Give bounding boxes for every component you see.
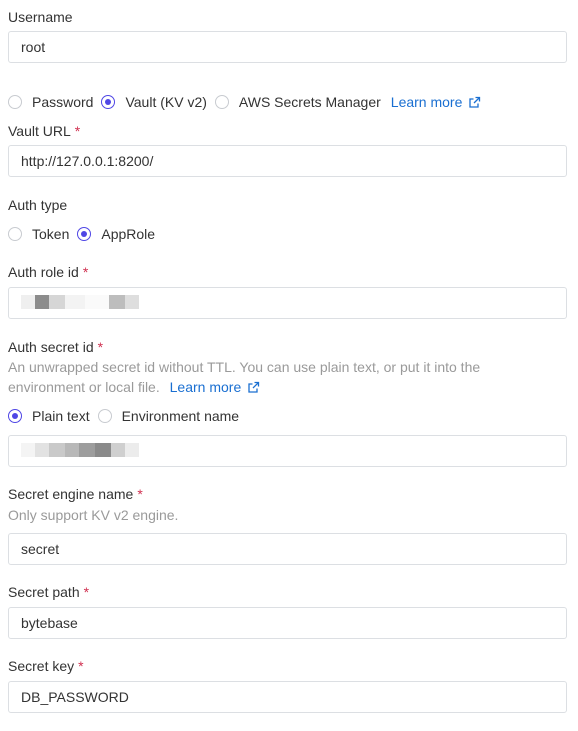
external-link-icon xyxy=(248,381,260,393)
redacted-block xyxy=(21,443,35,457)
radio-environment-name-dot[interactable] xyxy=(97,409,112,423)
auth-secret-id-label: Auth secret id * xyxy=(8,339,104,355)
radio-password[interactable]: Password xyxy=(8,94,93,110)
external-link-icon xyxy=(469,96,481,108)
redacted-block xyxy=(21,295,35,309)
redacted-block xyxy=(125,295,139,309)
redacted-block xyxy=(65,295,85,309)
secret-path-input[interactable]: bytebase xyxy=(8,607,567,639)
radio-approle[interactable]: AppRole xyxy=(77,226,155,242)
username-input[interactable]: root xyxy=(8,31,567,63)
radio-token-label: Token xyxy=(32,226,70,242)
username-value: root xyxy=(21,39,46,55)
secret-key-input[interactable]: DB_PASSWORD xyxy=(8,681,567,713)
secret-engine-name-value: secret xyxy=(21,541,60,557)
radio-token[interactable]: Token xyxy=(8,226,69,242)
secret-learn-more-link[interactable]: Learn more xyxy=(170,377,261,397)
redacted-block xyxy=(35,443,49,457)
radio-vault-dot[interactable] xyxy=(101,95,116,109)
auth-role-id-input[interactable] xyxy=(8,287,567,319)
vault-url-label: Vault URL * xyxy=(8,123,81,139)
redacted-block xyxy=(35,295,49,309)
radio-approle-label: AppRole xyxy=(101,226,156,242)
radio-password-dot[interactable] xyxy=(8,95,22,109)
auth-type-label: Auth type xyxy=(8,197,68,213)
redacted-block xyxy=(65,443,79,457)
secret-learn-more-link-text[interactable]: Learn more xyxy=(170,377,242,397)
radio-aws-label: AWS Secrets Manager xyxy=(238,94,381,110)
secret-engine-name-hint: Only support KV v2 engine. xyxy=(8,507,179,523)
redacted-block xyxy=(125,443,139,457)
required-marker: * xyxy=(82,264,89,280)
radio-plain-text-dot[interactable] xyxy=(8,409,22,423)
redacted-block xyxy=(111,443,125,457)
redacted-block xyxy=(79,443,95,457)
radio-environment-name-label: Environment name xyxy=(121,408,240,424)
learn-more-link[interactable]: Learn more xyxy=(391,94,482,110)
secret-path-label: Secret path * xyxy=(8,584,90,600)
secret-engine-name-label: Secret engine name * xyxy=(8,486,143,502)
radio-plain-text-label: Plain text xyxy=(32,408,90,424)
radio-vault[interactable]: Vault (KV v2) xyxy=(101,94,207,110)
auth-type-radio-group: Token AppRole xyxy=(8,224,163,244)
radio-aws-secrets-manager[interactable]: AWS Secrets Manager xyxy=(214,94,381,110)
vault-url-value: http://127.0.0.1:8200/ xyxy=(21,153,154,169)
secret-key-value: DB_PASSWORD xyxy=(21,689,129,705)
radio-approle-dot[interactable] xyxy=(77,227,92,241)
radio-token-dot[interactable] xyxy=(8,227,22,241)
redacted-block xyxy=(49,295,65,309)
radio-aws-dot[interactable] xyxy=(214,95,229,109)
required-marker: * xyxy=(97,339,104,355)
redacted-block xyxy=(95,443,111,457)
required-marker: * xyxy=(74,123,81,139)
username-label: Username xyxy=(8,9,73,25)
redacted-block xyxy=(109,295,125,309)
auth-secret-id-input[interactable] xyxy=(8,435,567,467)
auth-secret-id-hint: An unwrapped secret id without TTL. You … xyxy=(8,359,481,397)
secret-source-radio-group: Plain text Environment name xyxy=(8,406,247,426)
required-marker: * xyxy=(83,584,90,600)
radio-environment-name[interactable]: Environment name xyxy=(97,408,240,424)
secret-engine-name-input[interactable]: secret xyxy=(8,533,567,565)
radio-vault-label: Vault (KV v2) xyxy=(125,94,207,110)
redacted-block xyxy=(49,443,65,457)
learn-more-link-text[interactable]: Learn more xyxy=(391,94,463,110)
secret-path-value: bytebase xyxy=(21,615,78,631)
required-marker: * xyxy=(137,486,143,502)
radio-plain-text[interactable]: Plain text xyxy=(8,408,90,424)
vault-url-input[interactable]: http://127.0.0.1:8200/ xyxy=(8,145,567,177)
auth-role-id-label: Auth role id * xyxy=(8,264,89,280)
database-connection-form: Username root Password Vault (KV v2) AWS… xyxy=(0,0,578,731)
redacted-block xyxy=(85,295,109,309)
radio-password-label: Password xyxy=(32,94,94,110)
secret-key-label: Secret key * xyxy=(8,658,84,674)
credential-source-radio-group: Password Vault (KV v2) AWS Secrets Manag… xyxy=(8,92,481,112)
required-marker: * xyxy=(78,658,84,674)
